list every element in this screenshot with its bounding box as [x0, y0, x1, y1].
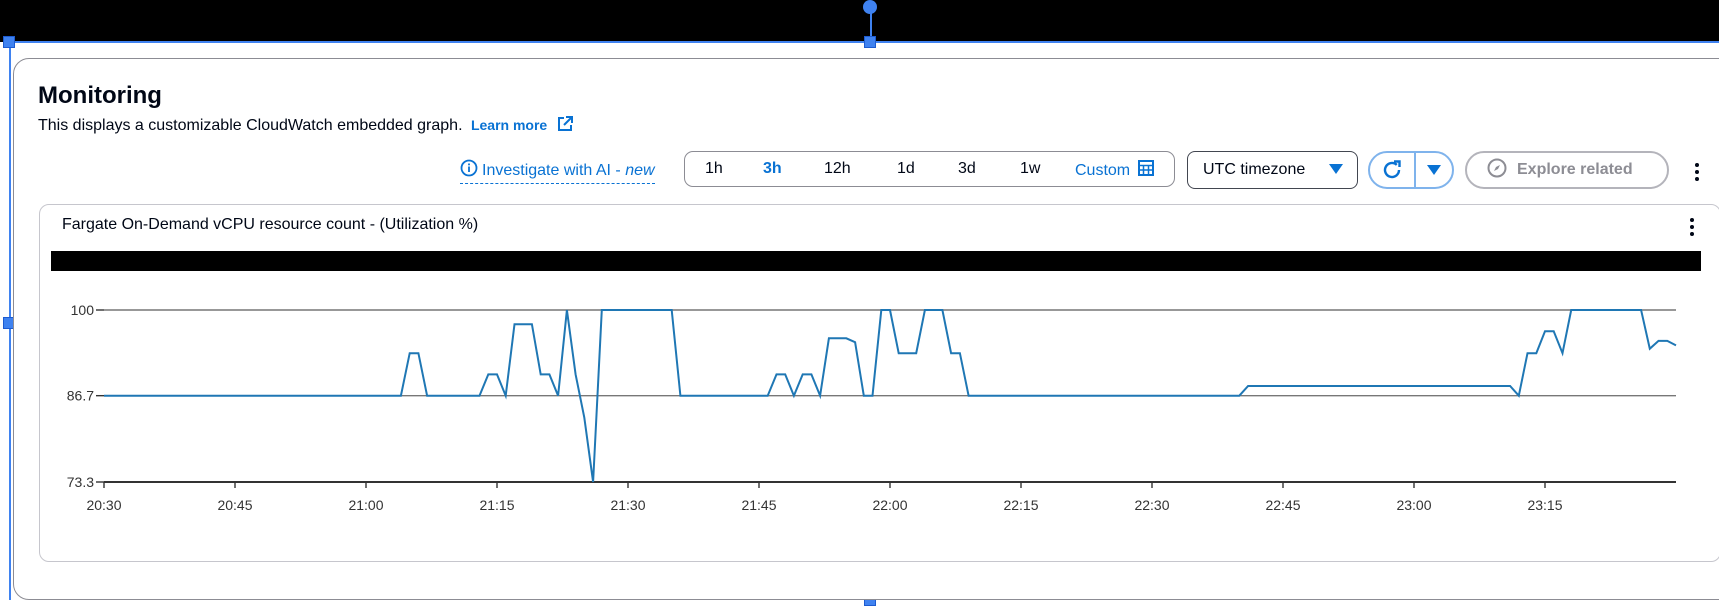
x-tick-label: 21:00	[348, 497, 383, 513]
x-tick-label: 23:15	[1527, 497, 1562, 513]
utilization-line-chart: 100 86.7 73.3 20:30 20:45 21:00 21:15 21:30 21:4…	[67, 302, 1677, 513]
x-tick-label: 20:30	[86, 497, 121, 513]
x-tick-label: 22:45	[1265, 497, 1300, 513]
x-tick-label: 22:00	[872, 497, 907, 513]
x-tick-label: 22:15	[1003, 497, 1038, 513]
y-tick-label: 73.3	[67, 474, 94, 490]
y-tick-label: 100	[71, 302, 95, 318]
x-tick-label: 20:45	[217, 497, 252, 513]
y-tick-label: 86.7	[67, 388, 94, 404]
x-tick-label: 21:30	[610, 497, 645, 513]
x-tick-label: 21:15	[479, 497, 514, 513]
x-tick-label: 21:45	[741, 497, 776, 513]
x-tick-label: 22:30	[1134, 497, 1169, 513]
x-tick-label: 23:00	[1396, 497, 1431, 513]
